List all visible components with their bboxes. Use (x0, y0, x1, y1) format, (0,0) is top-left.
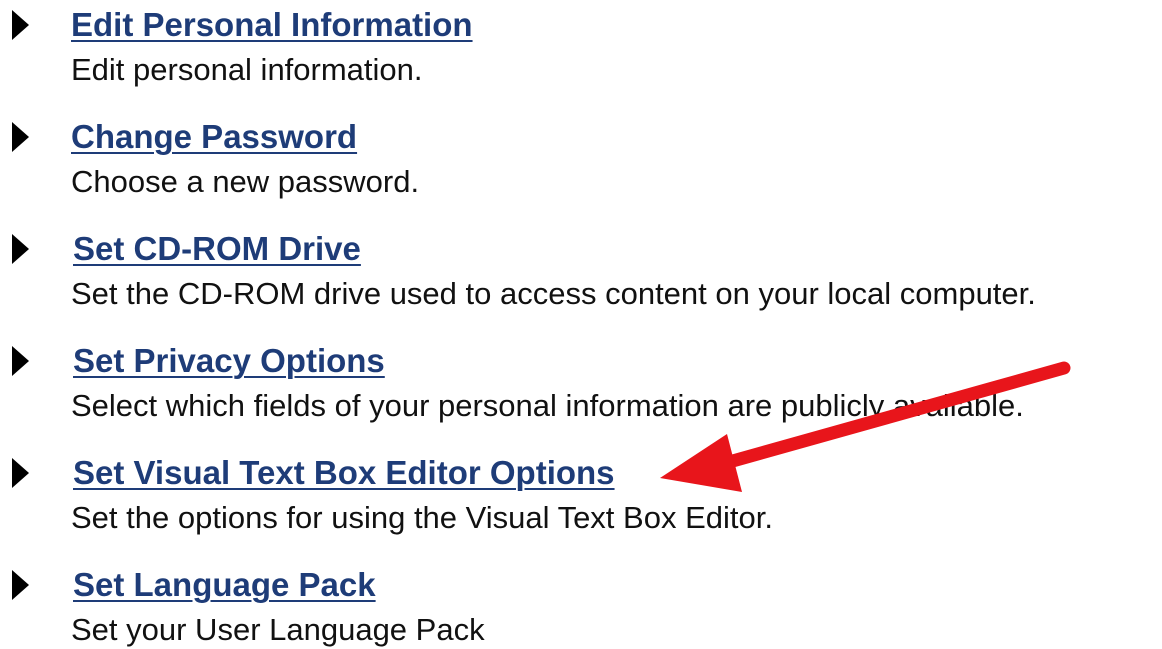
edit-personal-information-link[interactable]: Edit Personal Information (71, 4, 473, 46)
triangle-right-icon (12, 458, 29, 488)
triangle-right-icon (12, 234, 29, 264)
set-privacy-options-link[interactable]: Set Privacy Options (73, 340, 385, 382)
set-visual-text-box-editor-options-link[interactable]: Set Visual Text Box Editor Options (73, 452, 615, 494)
set-privacy-options-description: Select which fields of your personal inf… (71, 388, 1024, 423)
triangle-right-icon (12, 570, 29, 600)
personal-tools-list: Edit Personal Information Edit personal … (0, 0, 1162, 649)
set-cd-rom-drive-link[interactable]: Set CD-ROM Drive (73, 228, 361, 270)
edit-personal-information-description: Edit personal information. (71, 52, 423, 87)
change-password-link[interactable]: Change Password (71, 116, 357, 158)
triangle-right-icon (12, 346, 29, 376)
set-visual-text-box-editor-options-description: Set the options for using the Visual Tex… (71, 500, 773, 535)
triangle-right-icon (12, 10, 29, 40)
change-password-description: Choose a new password. (71, 164, 420, 199)
set-language-pack-link[interactable]: Set Language Pack (73, 564, 376, 606)
tool-item-edit-personal-information: Edit Personal Information Edit personal … (0, 4, 1162, 104)
tool-item-set-cd-rom-drive: Set CD-ROM Drive Set the CD-ROM drive us… (0, 228, 1162, 328)
tool-item-change-password: Change Password Choose a new password. (0, 116, 1162, 216)
tool-item-set-privacy-options: Set Privacy Options Select which fields … (0, 340, 1162, 440)
tool-item-set-language-pack: Set Language Pack Set your User Language… (0, 564, 1162, 649)
triangle-right-icon (12, 122, 29, 152)
set-cd-rom-drive-description: Set the CD-ROM drive used to access cont… (71, 276, 1036, 311)
set-language-pack-description: Set your User Language Pack (71, 612, 485, 647)
tool-item-set-visual-text-box-editor-options: Set Visual Text Box Editor Options Set t… (0, 452, 1162, 552)
